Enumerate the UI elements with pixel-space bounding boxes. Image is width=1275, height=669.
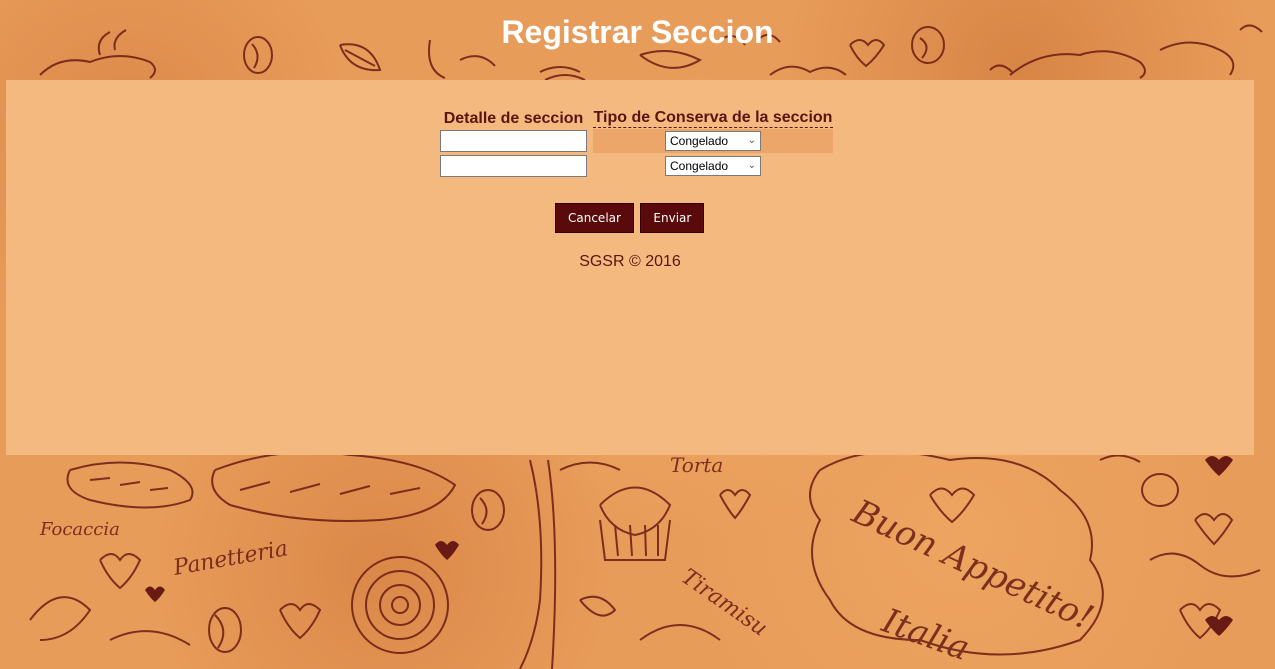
tipo-conserva-select[interactable]: Congelado ⌄ [665,131,761,151]
detalle-cell [440,129,587,153]
svg-text:Panetteria: Panetteria [171,536,290,581]
tipo-conserva-select[interactable]: Congelado ⌄ [665,156,761,176]
detalle-input[interactable] [440,155,587,177]
tipo-conserva-value: Congelado [670,134,729,148]
table-row: Congelado ⌄ [440,154,833,178]
cancel-button[interactable]: Cancelar [555,203,634,233]
svg-text:Italia: Italia [876,601,975,669]
detalle-input[interactable] [440,130,587,152]
chevron-down-icon: ⌄ [747,135,756,146]
detalle-cell [440,154,587,178]
svg-text:Torta: Torta [670,453,723,477]
sections-table: Detalle de seccion Tipo de Conserva de l… [434,106,839,179]
table-row: Congelado ⌄ [440,129,833,153]
svg-text:Tiramisu: Tiramisu [677,564,772,641]
form-panel: Detalle de seccion Tipo de Conserva de l… [6,80,1254,455]
tipo-cell: Congelado ⌄ [593,154,833,178]
table-header-row: Detalle de seccion Tipo de Conserva de l… [440,107,833,128]
page-title: Registrar Seccion [501,14,774,50]
tipo-cell: Congelado ⌄ [593,129,833,153]
svg-text:Focaccia: Focaccia [39,519,120,540]
form-actions: Cancelar Enviar [555,203,715,233]
column-header-tipo: Tipo de Conserva de la seccion [593,109,833,128]
footer-copyright: SGSR © 2016 [579,253,681,270]
column-header-detalle: Detalle de seccion [443,109,584,127]
tipo-conserva-value: Congelado [670,159,729,173]
svg-text:Buon Appetito!: Buon Appetito! [845,491,1099,638]
submit-button[interactable]: Enviar [640,203,705,233]
chevron-down-icon: ⌄ [747,160,756,171]
